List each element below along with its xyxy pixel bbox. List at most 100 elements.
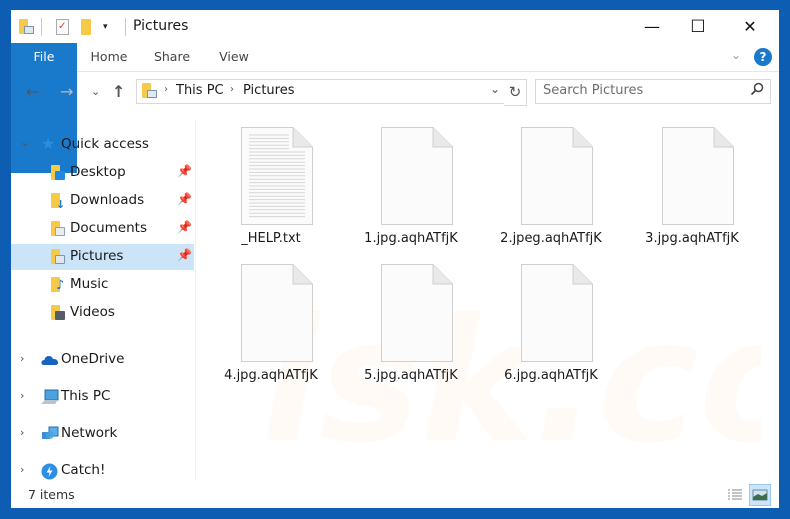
nav-label: Music bbox=[70, 276, 109, 292]
quick-access-toolbar: ✓ ▾ bbox=[19, 17, 108, 37]
nav-item-onedrive[interactable]: › OneDrive bbox=[11, 347, 194, 373]
music-folder-icon: ♪ bbox=[51, 277, 67, 293]
nav-label: Network bbox=[61, 425, 118, 441]
tab-home[interactable]: Home bbox=[81, 43, 137, 71]
file-item[interactable]: 2.jpeg.aqhATfjK bbox=[481, 127, 611, 257]
refresh-button[interactable]: ↻ bbox=[504, 79, 527, 106]
downloads-folder-icon: ↓ bbox=[51, 193, 67, 211]
chevron-right-icon[interactable]: › bbox=[20, 352, 24, 365]
expand-ribbon-icon[interactable]: ⌄ bbox=[731, 48, 741, 62]
file-item[interactable]: 1.jpg.aqhATfjK bbox=[341, 127, 471, 257]
large-icons-view-button[interactable] bbox=[749, 484, 771, 506]
chevron-right-icon[interactable]: › bbox=[20, 463, 24, 476]
catch-app-icon bbox=[41, 463, 58, 480]
nav-label: This PC bbox=[61, 388, 111, 404]
pictures-folder-icon bbox=[51, 249, 67, 265]
back-button[interactable]: ← bbox=[26, 82, 39, 101]
up-button[interactable]: ↑ bbox=[112, 82, 125, 101]
pin-icon[interactable]: 📌 bbox=[177, 220, 192, 234]
nav-label: Catch! bbox=[61, 462, 106, 478]
nav-label: Downloads bbox=[70, 192, 145, 208]
nav-label: Pictures bbox=[70, 248, 124, 264]
nav-item-music[interactable]: ♪ Music bbox=[11, 272, 194, 298]
nav-item-desktop[interactable]: Desktop 📌 bbox=[11, 160, 194, 186]
nav-item-pictures[interactable]: Pictures 📌 bbox=[11, 244, 194, 270]
nav-label: Desktop bbox=[70, 164, 126, 180]
text-file-icon bbox=[241, 127, 313, 225]
details-view-button[interactable] bbox=[724, 484, 746, 506]
pin-icon[interactable]: 📌 bbox=[177, 192, 192, 206]
pin-icon[interactable]: 📌 bbox=[177, 248, 192, 262]
blank-file-icon bbox=[521, 127, 593, 225]
search-input[interactable]: Search Pictures bbox=[535, 79, 771, 104]
documents-folder-icon bbox=[51, 221, 67, 237]
file-item[interactable]: 6.jpg.aqhATfjK bbox=[481, 264, 611, 394]
pictures-folder-icon[interactable] bbox=[19, 19, 35, 35]
breadcrumb-this-pc[interactable]: This PC bbox=[176, 83, 224, 98]
file-item[interactable]: 5.jpg.aqhATfjK bbox=[341, 264, 471, 394]
file-name: 2.jpeg.aqhATfjK bbox=[500, 231, 602, 246]
item-count: 7 items bbox=[28, 487, 75, 502]
chevron-right-icon[interactable]: › bbox=[20, 389, 24, 402]
properties-icon[interactable]: ✓ bbox=[56, 19, 69, 35]
nav-item-downloads[interactable]: ↓ Downloads 📌 bbox=[11, 188, 194, 214]
blank-file-icon bbox=[241, 264, 313, 362]
minimize-button[interactable]: — bbox=[629, 10, 675, 43]
blank-file-icon bbox=[381, 264, 453, 362]
nav-item-network[interactable]: › Network bbox=[11, 421, 194, 447]
file-item[interactable]: 4.jpg.aqhATfjK bbox=[201, 264, 331, 394]
file-name: _HELP.txt bbox=[241, 231, 301, 246]
navigation-pane: ⌄ ★ Quick access Desktop 📌 ↓ Downloads 📌… bbox=[11, 120, 196, 480]
tab-share[interactable]: Share bbox=[146, 43, 198, 71]
nav-label: Quick access bbox=[61, 136, 149, 152]
address-dropdown-icon[interactable]: ⌄ bbox=[490, 82, 500, 96]
customize-dropdown-icon[interactable]: ▾ bbox=[103, 22, 108, 32]
nav-quick-access[interactable]: ⌄ ★ Quick access bbox=[11, 132, 194, 158]
large-icons-view-icon bbox=[752, 489, 768, 501]
help-icon[interactable]: ? bbox=[754, 48, 772, 66]
desktop-folder-icon bbox=[51, 165, 67, 181]
pin-icon[interactable]: 📌 bbox=[177, 164, 192, 178]
new-folder-icon[interactable] bbox=[81, 19, 91, 35]
address-bar[interactable]: › This PC › Pictures ⌄ bbox=[136, 79, 505, 104]
breadcrumb-separator[interactable]: › bbox=[230, 84, 234, 95]
file-item[interactable]: _HELP.txt bbox=[201, 127, 331, 257]
window-title: Pictures bbox=[133, 18, 189, 34]
file-name: 1.jpg.aqhATfjK bbox=[364, 231, 458, 246]
file-name: 6.jpg.aqhATfjK bbox=[504, 368, 598, 383]
search-icon[interactable] bbox=[750, 82, 764, 100]
file-name: 4.jpg.aqhATfjK bbox=[224, 368, 318, 383]
breadcrumb-separator[interactable]: › bbox=[164, 84, 168, 95]
blank-file-icon bbox=[381, 127, 453, 225]
forward-button[interactable]: → bbox=[60, 82, 73, 101]
status-bar: 7 items bbox=[11, 480, 779, 508]
nav-item-documents[interactable]: Documents 📌 bbox=[11, 216, 194, 242]
nav-label: Documents bbox=[70, 220, 147, 236]
network-icon bbox=[41, 426, 59, 442]
title-bar: ✓ ▾ Pictures — ☐ ✕ bbox=[11, 10, 779, 43]
videos-folder-icon bbox=[51, 305, 67, 321]
onedrive-cloud-icon bbox=[41, 352, 59, 368]
file-item[interactable]: 3.jpg.aqhATfjK bbox=[622, 127, 752, 257]
chevron-down-icon[interactable]: ⌄ bbox=[20, 135, 30, 149]
breadcrumb-pictures[interactable]: Pictures bbox=[243, 83, 294, 98]
nav-item-this-pc[interactable]: › This PC bbox=[11, 384, 194, 410]
title-separator bbox=[125, 18, 126, 36]
file-name: 5.jpg.aqhATfjK bbox=[364, 368, 458, 383]
details-view-icon bbox=[728, 489, 742, 500]
file-name: 3.jpg.aqhATfjK bbox=[645, 231, 739, 246]
ribbon-tabs: File Home Share View ⌄ ? bbox=[11, 43, 779, 173]
close-button[interactable]: ✕ bbox=[727, 10, 773, 43]
file-explorer-window: isk.com ✓ ▾ Pictures — ☐ ✕ File Home Sha… bbox=[11, 10, 779, 508]
maximize-button[interactable]: ☐ bbox=[675, 10, 721, 43]
nav-label: Videos bbox=[70, 304, 115, 320]
blank-file-icon bbox=[521, 264, 593, 362]
nav-label: OneDrive bbox=[61, 351, 125, 367]
chevron-right-icon[interactable]: › bbox=[20, 426, 24, 439]
recent-locations-button[interactable]: ⌄ bbox=[91, 85, 100, 98]
star-icon: ★ bbox=[41, 134, 56, 153]
tab-view[interactable]: View bbox=[209, 43, 259, 71]
nav-item-videos[interactable]: Videos bbox=[11, 300, 194, 326]
search-placeholder: Search Pictures bbox=[543, 83, 644, 98]
blank-file-icon bbox=[662, 127, 734, 225]
